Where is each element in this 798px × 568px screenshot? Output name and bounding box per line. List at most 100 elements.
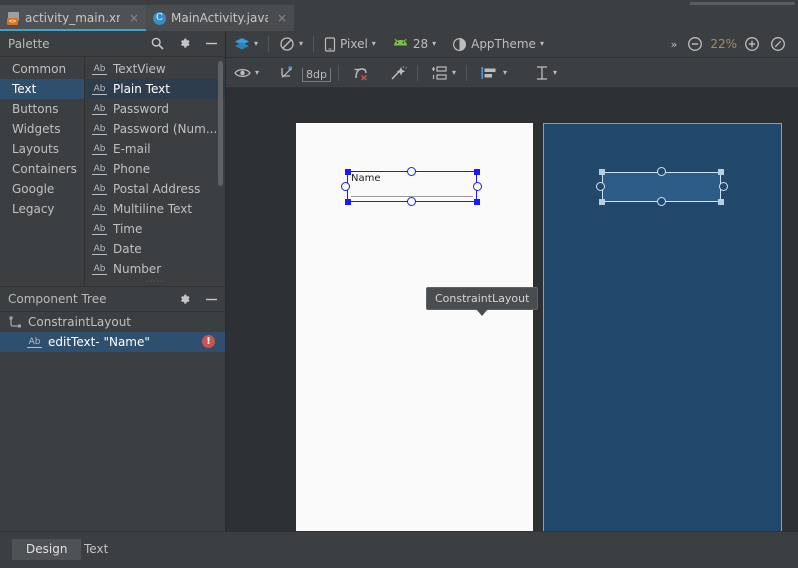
constraint-anchor-left[interactable]	[341, 182, 350, 191]
blueprint-resize-handle-top-left[interactable]	[599, 169, 605, 175]
blueprint-resize-handle-bottom-right[interactable]	[718, 199, 724, 205]
clear-constraints-button[interactable]	[274, 61, 300, 85]
palette-item-label: Number	[113, 262, 162, 276]
design-surface-select[interactable]: ▾	[226, 32, 263, 56]
resize-handle-top-right[interactable]	[474, 169, 480, 175]
palette-item-label: TextView	[113, 62, 166, 76]
ab-text-icon: Ab	[92, 143, 107, 155]
chevron-down-icon: ▾	[299, 39, 304, 48]
palette-item-label: Date	[113, 242, 142, 256]
default-margin-field[interactable]: 8dp	[300, 61, 333, 85]
palette-item-number[interactable]: Ab Number	[85, 259, 225, 279]
component-tree-title: Component Tree	[8, 292, 107, 306]
chevron-down-icon: ▾	[254, 39, 259, 48]
palette-scrollbar[interactable]	[218, 61, 223, 186]
constraint-anchor-bottom[interactable]	[407, 197, 416, 206]
device-preview-frame[interactable]: Name	[296, 123, 533, 531]
constraint-anchor-top[interactable]	[407, 167, 416, 176]
gear-icon[interactable]	[176, 36, 192, 52]
editor-tab-activity-main-xml[interactable]: <> activity_main.xml ×	[0, 5, 146, 31]
palette-category-widgets[interactable]: Widgets	[0, 119, 84, 139]
ab-text-icon: Ab	[92, 243, 107, 255]
editor-mode-tabbar: Design Text	[0, 531, 798, 568]
edittext-widget-text: Name	[351, 173, 381, 184]
blueprint-resize-handle-top-right[interactable]	[718, 169, 724, 175]
blueprint-constraint-anchor-right[interactable]	[719, 182, 728, 191]
view-options-button[interactable]: ▾	[226, 61, 264, 85]
tree-node-constraintlayout[interactable]: ConstraintLayout	[0, 312, 225, 332]
palette-category-common[interactable]: Common	[0, 59, 84, 79]
editor-tab-label: activity_main.xml	[25, 11, 120, 25]
ab-text-icon: Ab	[92, 63, 107, 75]
api-level-select[interactable]: 28 ▾	[387, 32, 441, 56]
device-select[interactable]: Pixel ▾	[319, 32, 381, 56]
palette-item-password-numeric[interactable]: Ab Password (Num...	[85, 119, 225, 139]
constraint-layout-icon	[9, 316, 22, 329]
blueprint-constraint-anchor-left[interactable]	[596, 182, 605, 191]
palette-item-multiline-text[interactable]: Ab Multiline Text	[85, 199, 225, 219]
close-icon[interactable]: ×	[125, 11, 139, 25]
chevron-down-icon: ▾	[371, 39, 376, 48]
tab-bar-empty-area	[294, 5, 798, 31]
palette-category-containers[interactable]: Containers	[0, 159, 84, 179]
palette-header: Palette	[0, 31, 225, 56]
design-canvas[interactable]: Name ConstraintLayout	[226, 88, 798, 531]
zoom-out-button[interactable]	[682, 32, 708, 56]
palette-item-date[interactable]: Ab Date	[85, 239, 225, 259]
zoom-fit-button[interactable]	[765, 32, 798, 56]
palette-item-email[interactable]: Ab E-mail	[85, 139, 225, 159]
align-button[interactable]: ▾	[476, 61, 512, 85]
status-badge[interactable]: !	[202, 335, 215, 348]
editor-tab-label: MainActivity.java	[171, 11, 268, 25]
palette-item-label: Multiline Text	[113, 202, 193, 216]
palette-category-text[interactable]: Text	[0, 79, 84, 99]
zoom-level-value: 22%	[710, 37, 737, 51]
palette-item-list: Ab TextView Ab Plain Text Ab Password Ab…	[85, 57, 225, 286]
minimize-icon[interactable]	[203, 292, 219, 308]
blueprint-resize-handle-bottom-left[interactable]	[599, 199, 605, 205]
editor-tab-mainactivity-java[interactable]: C MainActivity.java ×	[146, 5, 294, 31]
chevron-down-icon: ▾	[432, 39, 437, 48]
palette-item-label: Password	[113, 102, 170, 116]
api-level-label: 28	[412, 37, 429, 51]
ab-text-icon: Ab	[92, 123, 107, 135]
tree-node-label: editText- "Name"	[48, 335, 150, 349]
java-class-icon: C	[153, 11, 166, 25]
tab-text[interactable]: Text	[70, 539, 122, 560]
theme-select[interactable]: AppTheme ▾	[447, 32, 549, 56]
resize-handle-bottom-right[interactable]	[474, 199, 480, 205]
blueprint-preview-frame[interactable]	[543, 123, 782, 531]
constraint-anchor-right[interactable]	[473, 182, 482, 191]
palette-item-time[interactable]: Ab Time	[85, 219, 225, 239]
margin-button[interactable]: ▾	[530, 61, 562, 85]
search-icon[interactable]	[149, 36, 165, 52]
blueprint-constraint-anchor-top[interactable]	[657, 167, 666, 176]
resize-handle-bottom-left[interactable]	[345, 199, 351, 205]
palette-item-phone[interactable]: Ab Phone	[85, 159, 225, 179]
palette-item-password[interactable]: Ab Password	[85, 99, 225, 119]
design-main-toolbar: ▾ ▾ Pixel ▾ 28 ▾ AppTheme ▾ » 22%	[226, 31, 798, 87]
palette-resize-grip[interactable]: ·····	[85, 278, 225, 286]
resize-handle-top-left[interactable]	[345, 169, 351, 175]
guidelines-button[interactable]: ▾	[427, 61, 461, 85]
theme-label: AppTheme	[471, 37, 536, 51]
ab-text-icon: Ab	[92, 183, 107, 195]
blueprint-constraint-anchor-bottom[interactable]	[657, 197, 666, 206]
palette-category-legacy[interactable]: Legacy	[0, 199, 84, 219]
tree-node-edittext[interactable]: Ab editText- "Name" !	[0, 332, 225, 352]
gear-icon[interactable]	[176, 292, 192, 308]
palette-category-google[interactable]: Google	[0, 179, 84, 199]
palette-item-textview[interactable]: Ab TextView	[85, 59, 225, 79]
palette-category-layouts[interactable]: Layouts	[0, 139, 84, 159]
toolbar-overflow-button[interactable]: »	[666, 32, 683, 56]
close-icon[interactable]: ×	[273, 11, 287, 25]
ab-text-icon: Ab	[92, 203, 107, 215]
constraint-error-button[interactable]	[348, 61, 376, 85]
auto-connect-button[interactable]	[384, 61, 412, 85]
minimize-icon[interactable]	[203, 36, 219, 52]
palette-item-postal-address[interactable]: Ab Postal Address	[85, 179, 225, 199]
orientation-select[interactable]: ▾	[274, 32, 308, 56]
zoom-in-button[interactable]	[739, 32, 765, 56]
palette-item-plain-text[interactable]: Ab Plain Text	[85, 79, 225, 99]
palette-category-buttons[interactable]: Buttons	[0, 99, 84, 119]
